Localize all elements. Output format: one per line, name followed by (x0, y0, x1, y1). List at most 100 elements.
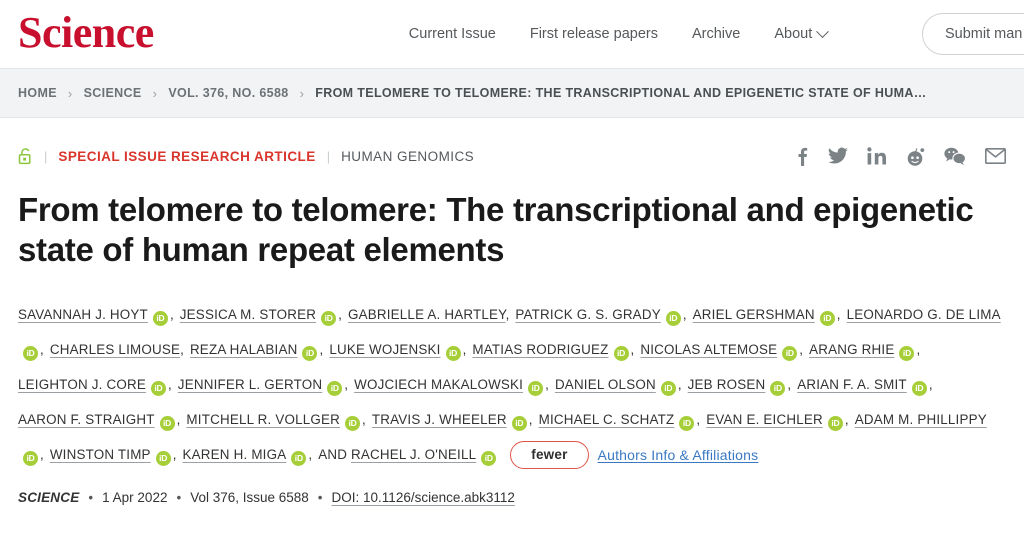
author-link[interactable]: JEB ROSEN (688, 377, 766, 392)
author-separator: , (528, 411, 537, 427)
nav-item-current-issue[interactable]: Current Issue (409, 26, 496, 42)
article-header: | SPECIAL ISSUE RESEARCH ARTICLE | HUMAN… (0, 144, 1024, 505)
orcid-icon[interactable]: iD (679, 415, 695, 431)
nav-item-first-release-papers[interactable]: First release papers (530, 26, 658, 42)
email-icon[interactable] (985, 148, 1006, 164)
orcid-icon[interactable]: iD (511, 415, 527, 431)
meta-divider: | (44, 148, 48, 164)
orcid-icon[interactable]: iD (481, 450, 497, 466)
reddit-icon[interactable] (905, 147, 925, 166)
author-separator: , (787, 376, 796, 392)
breadcrumb-separator: › (299, 85, 305, 101)
author-link[interactable]: JESSICA M. STORER (180, 307, 316, 322)
publication-meta: SCIENCE • 1 Apr 2022 • Vol 376, Issue 65… (18, 490, 1006, 505)
author-link[interactable]: WINSTON TIMP (50, 447, 151, 462)
twitter-icon[interactable] (828, 147, 848, 165)
author-link[interactable]: AARON F. STRAIGHT (18, 412, 155, 427)
author-link[interactable]: GABRIELLE A. HARTLEY (348, 307, 506, 322)
author-link[interactable]: SAVANNAH J. HOYT (18, 307, 148, 322)
nav-label: About (774, 26, 813, 42)
fewer-authors-button[interactable]: fewer (510, 440, 589, 470)
orcid-icon[interactable]: iD (345, 415, 361, 431)
author-separator: , (362, 411, 370, 427)
article-subject-badge[interactable]: HUMAN GENOMICS (341, 149, 474, 164)
orcid-icon[interactable]: iD (23, 450, 38, 466)
author-link[interactable]: MATIAS RODRIGUEZ (472, 342, 608, 357)
share-icons (796, 146, 1006, 166)
meta-dot: • (176, 490, 182, 506)
author-list: SAVANNAH J. HOYT iD, JESSICA M. STORER iD,… (18, 297, 1006, 473)
submit-manuscript-button[interactable]: Submit man (922, 13, 1024, 55)
orcid-icon[interactable]: iD (152, 310, 168, 326)
author-link[interactable]: LEIGHTON J. CORE (18, 377, 146, 392)
author-link[interactable]: WOJCIECH MAKALOWSKI (354, 377, 523, 392)
wechat-icon[interactable] (944, 147, 966, 165)
nav-label: Archive (691, 26, 741, 42)
author-link[interactable]: TRAVIS J. WHEELER (372, 412, 507, 427)
orcid-icon[interactable]: iD (613, 345, 629, 361)
orcid-icon[interactable]: iD (291, 450, 307, 466)
orcid-icon[interactable]: iD (819, 310, 835, 326)
author-separator: , (180, 341, 188, 357)
author-link[interactable]: CHARLES LIMOUSE (50, 342, 180, 357)
breadcrumb-item-science[interactable]: SCIENCE (84, 86, 142, 100)
nav-item-about[interactable]: About (774, 24, 830, 42)
author-separator: , (338, 306, 346, 322)
author-separator: , (319, 341, 328, 357)
orcid-icon[interactable]: iD (155, 450, 171, 466)
authors-info-affiliations-link[interactable]: Authors Info & Affiliations (598, 446, 759, 462)
author-link[interactable]: ADAM M. PHILLIPPY (855, 412, 987, 427)
orcid-icon[interactable]: iD (528, 380, 544, 396)
orcid-icon[interactable]: iD (150, 380, 166, 396)
journal-name: SCIENCE (18, 490, 80, 506)
orcid-icon[interactable]: iD (445, 345, 461, 361)
author-separator: , (176, 411, 185, 427)
breadcrumb-item-volume[interactable]: VOL. 376, NO. 6588 (168, 86, 288, 100)
orcid-icon[interactable]: iD (23, 345, 38, 361)
orcid-icon[interactable]: iD (159, 415, 175, 431)
orcid-icon[interactable]: iD (911, 380, 927, 396)
author-link[interactable]: ARIAN F. A. SMIT (797, 377, 907, 392)
orcid-icon[interactable]: iD (770, 380, 786, 396)
orcid-icon[interactable]: iD (782, 345, 798, 361)
author-link[interactable]: RACHEL J. O'NEILL (351, 447, 476, 462)
author-separator: , (172, 446, 181, 462)
orcid-icon[interactable]: iD (321, 310, 337, 326)
breadcrumb-item-current: FROM TELOMERE TO TELOMERE: THE TRANSCRIP… (315, 86, 927, 100)
orcid-icon[interactable]: iD (827, 415, 843, 431)
author-separator: , (630, 341, 639, 357)
author-separator: , (836, 306, 845, 322)
author-separator: , (308, 446, 317, 462)
doi-link[interactable]: DOI: 10.1126/science.abk3112 (332, 490, 515, 505)
orcid-icon[interactable]: iD (665, 310, 681, 326)
facebook-icon[interactable] (796, 146, 809, 166)
meta-divider: | (326, 148, 331, 164)
orcid-icon[interactable]: iD (660, 380, 676, 396)
breadcrumb-item-home[interactable]: HOME (18, 86, 57, 100)
article-meta-row: | SPECIAL ISSUE RESEARCH ARTICLE | HUMAN… (18, 144, 1006, 168)
linkedin-icon[interactable] (867, 147, 886, 165)
author-link[interactable]: REZA HALABIAN (190, 342, 298, 357)
author-link[interactable]: LEONARDO G. DE LIMA (847, 307, 1001, 322)
author-link[interactable]: DANIEL OLSON (555, 377, 656, 392)
author-separator: , (344, 376, 353, 392)
nav-item-archive[interactable]: Archive (692, 26, 740, 42)
author-link[interactable]: ARIEL GERSHMAN (693, 307, 815, 322)
author-link[interactable]: KAREN H. MIGA (183, 447, 287, 462)
author-link[interactable]: NICOLAS ALTEMOSE (640, 342, 777, 357)
orcid-icon[interactable]: iD (302, 345, 318, 361)
author-link[interactable]: PATRICK G. S. GRADY (515, 307, 660, 322)
author-link[interactable]: ARANG RHIE (809, 342, 894, 357)
author-separator: , (677, 376, 686, 392)
author-link[interactable]: LUKE WOJENSKI (329, 342, 440, 357)
article-title: From telomere to telomere: The transcrip… (18, 191, 974, 269)
author-link[interactable]: JENNIFER L. GERTON (178, 377, 322, 392)
author-link[interactable]: EVAN E. EICHLER (706, 412, 823, 427)
author-link[interactable]: MITCHELL R. VOLLGER (186, 412, 340, 427)
author-separator: , (40, 446, 48, 462)
science-logo[interactable]: Science (18, 11, 154, 55)
orcid-icon[interactable]: iD (899, 345, 915, 361)
article-type-badge[interactable]: SPECIAL ISSUE RESEARCH ARTICLE (58, 149, 315, 164)
author-link[interactable]: MICHAEL C. SCHATZ (539, 412, 675, 427)
orcid-icon[interactable]: iD (327, 380, 343, 396)
